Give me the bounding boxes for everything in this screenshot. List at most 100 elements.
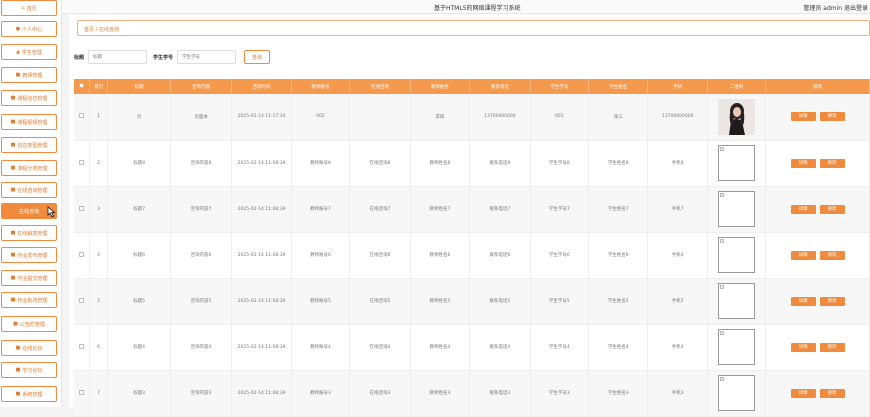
actions-cell: 详情 修改 [765, 232, 870, 279]
student-no-search-input[interactable] [177, 50, 237, 64]
edit-button[interactable]: 修改 [819, 112, 845, 122]
cell-student-no: 学生学号3 [530, 370, 590, 417]
cell-consult [349, 94, 411, 141]
sidebar: ⌂ 首页 ● 个人中心 ▲ 学生管理 ■ 教师管理 ■ 课程信息管理 ■ 课程视频管理 ■ 信息类型管理 ■… [0, 0, 62, 407]
cell-phone: 联系电话3 [469, 370, 531, 417]
cell-student-name: 学生姓名7 [588, 186, 649, 233]
detail-button[interactable]: 详情 [790, 250, 816, 260]
edit-button[interactable]: 修改 [819, 342, 845, 352]
table-row: 6 标题4 咨询内容4 2025-02-14 11:08:39 教师账号4 在线咨询4 教师… [74, 324, 870, 371]
row-checkbox[interactable] [78, 113, 84, 119]
cell-content: 页面本 [170, 94, 233, 141]
cell-title: 标题7 [107, 186, 171, 233]
sidebar-item-0[interactable]: ⌂ 首页 [1, 0, 57, 16]
sidebar-item-6[interactable]: ■ 信息类型管理 [1, 137, 57, 153]
sidebar-item-2[interactable]: ▲ 学生管理 [1, 44, 57, 60]
row-index: 6 [89, 324, 109, 371]
row-checkbox[interactable] [78, 389, 84, 395]
cell-teacher-no: 教师账号4 [291, 324, 351, 371]
grid-icon: ■ [15, 72, 21, 78]
qr-cell [707, 186, 767, 233]
detail-button[interactable]: 详情 [790, 204, 816, 214]
home-icon: ⌂ [21, 5, 25, 11]
sidebar-item-11[interactable]: ■ 作业发布管理 [1, 247, 57, 263]
mouse-cursor-icon [47, 206, 56, 218]
column-header: 学生学号 [530, 79, 590, 94]
sidebar-item-label: 课程视频管理 [17, 119, 48, 126]
cell-time: 2025-02-14 11:08:39 [231, 140, 292, 187]
cell-content: 咨询内容6 [170, 232, 233, 279]
row-checkbox[interactable] [78, 205, 84, 211]
row-checkbox-cell [74, 324, 90, 371]
sidebar-item-16[interactable]: ■ 学习论坛 [1, 362, 57, 378]
cell-student-no: 学生学号7 [530, 186, 590, 233]
sidebar-item-label: 个人中心 [22, 26, 43, 33]
cell-time: 2025-02-14 11:08:39 [231, 278, 292, 325]
actions-cell: 详情 修改 [765, 140, 870, 187]
column-header: 手机 [647, 79, 708, 94]
grid-icon: ■ [15, 391, 21, 397]
edit-button[interactable]: 修改 [819, 204, 845, 214]
qr-image[interactable] [718, 145, 756, 181]
sidebar-item-10[interactable]: ■ 在线解答管理 [1, 225, 57, 241]
sidebar-item-4[interactable]: ■ 课程信息管理 [1, 90, 57, 106]
qr-image[interactable] [718, 375, 756, 411]
cell-teacher-name: 教师姓名4 [410, 324, 471, 371]
qr-image[interactable] [718, 329, 756, 365]
chat-icon: ■ [10, 187, 16, 193]
sidebar-item-7[interactable]: ■ 课程分类管理 [1, 160, 57, 176]
edit-button[interactable]: 修改 [819, 250, 845, 260]
sidebar-item-3[interactable]: ■ 教师管理 [1, 67, 57, 83]
column-header: 联系电话 [469, 79, 531, 94]
user-info[interactable]: 管理员 admin 退出登录 [803, 3, 868, 12]
title-search-input[interactable] [88, 50, 148, 64]
sidebar-item-17[interactable]: ■ 系统管理 [1, 386, 57, 402]
sidebar-item-label: 系统管理 [22, 391, 43, 398]
edit-button[interactable]: 修改 [819, 296, 845, 306]
cell-content: 咨询内容4 [170, 324, 233, 371]
qr-image[interactable] [718, 237, 756, 273]
broken-image-icon [720, 239, 725, 243]
qr-image[interactable] [718, 283, 756, 319]
row-checkbox[interactable] [78, 343, 84, 349]
row-checkbox[interactable] [78, 297, 84, 303]
cell-teacher-no: 教师账号5 [291, 278, 351, 325]
table-row: 7 标题3 咨询内容3 2025-02-14 11:08:39 教师账号3 在线咨询3 教师… [74, 370, 870, 417]
cell-time: 2025-02-14 11:08:39 [231, 232, 292, 279]
detail-button[interactable]: 详情 [790, 296, 816, 306]
sidebar-item-label: 在线论坛 [22, 345, 43, 352]
qr-image[interactable] [718, 191, 756, 227]
sidebar-item-13[interactable]: ■ 作业批改管理 [1, 292, 57, 308]
detail-button[interactable]: 详情 [790, 388, 816, 398]
qr-cell [707, 94, 767, 141]
detail-button[interactable]: 详情 [790, 112, 816, 122]
row-checkbox[interactable] [78, 251, 84, 257]
actions-cell: 详情 修改 [765, 186, 870, 233]
detail-button[interactable]: 详情 [790, 158, 816, 168]
cell-teacher-no: 教师账号6 [291, 232, 351, 279]
cell-student-no: 学生学号8 [530, 140, 590, 187]
sidebar-item-5[interactable]: ■ 课程视频管理 [1, 114, 57, 130]
qr-image[interactable] [718, 98, 756, 135]
edit-button[interactable]: 修改 [819, 388, 845, 398]
sidebar-item-14[interactable]: ■ 公告栏管理 [1, 316, 57, 332]
search-button[interactable]: 查询 [244, 50, 271, 64]
row-checkbox-cell [74, 278, 90, 325]
edit-button[interactable]: 修改 [819, 158, 845, 168]
table-row: 5 标题5 咨询内容5 2025-02-14 11:08:39 教师账号5 在线咨询5 教师… [74, 278, 870, 325]
detail-button[interactable]: 详情 [790, 342, 816, 352]
row-index: 3 [89, 186, 109, 233]
row-index: 2 [89, 140, 109, 187]
sidebar-item-12[interactable]: ■ 作业提交管理 [1, 270, 57, 286]
cell-consult: 在线咨询7 [349, 186, 411, 233]
table-row: 4 标题6 咨询内容6 2025-02-14 11:08:39 教师账号6 在线咨询6 教师… [74, 232, 870, 279]
select-all-checkbox[interactable] [78, 83, 84, 88]
sidebar-item-1[interactable]: ● 个人中心 [1, 21, 57, 37]
qr-cell [707, 140, 767, 187]
row-checkbox[interactable] [78, 159, 84, 165]
sidebar-item-8[interactable]: ■ 在线咨询管理 [1, 182, 57, 198]
row-index: 7 [89, 370, 109, 417]
cell-teacher-name: 教师姓名6 [410, 232, 471, 279]
row-checkbox-cell [74, 140, 90, 187]
sidebar-item-15[interactable]: ■ 在线论坛 [1, 340, 57, 356]
